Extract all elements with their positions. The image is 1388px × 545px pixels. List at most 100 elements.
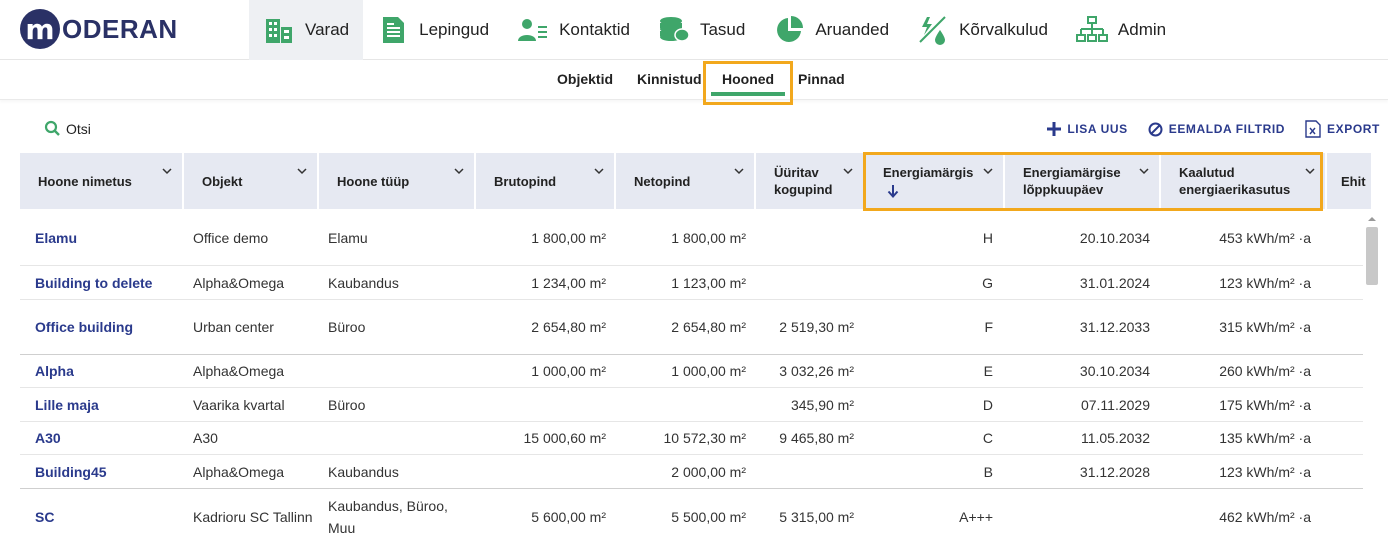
column-header-label: Ehit <box>1341 173 1366 189</box>
contacts-icon <box>517 14 549 46</box>
nav-item-admin[interactable]: Admin <box>1062 0 1180 60</box>
export-button[interactable]: EXPORT <box>1305 120 1380 138</box>
subtab-kinnistud[interactable]: Kinnistud <box>637 60 702 100</box>
table-row[interactable]: SC Kadrioru SC Tallinn Kaubandus, Büroo,… <box>20 489 1363 545</box>
chevron-down-icon[interactable] <box>734 167 744 175</box>
energy-use-cell: 175 kWh/m² ·a <box>1219 396 1311 413</box>
clear-filters-button[interactable]: EEMALDA FILTRID <box>1148 122 1285 137</box>
coins-icon <box>658 14 690 46</box>
column-header-ehitusaasta[interactable]: Ehit <box>1327 153 1371 209</box>
search-button[interactable]: Otsi <box>44 120 91 137</box>
subtab-pinnad[interactable]: Pinnad <box>798 60 845 100</box>
table-row[interactable]: Office building Urban center Büroo 2 654… <box>20 300 1363 355</box>
table-row[interactable]: Building to delete Alpha&Omega Kaubandus… <box>20 266 1363 300</box>
object-cell: Alpha&Omega <box>193 463 285 480</box>
net-area-cell: 5 500,00 m² <box>671 509 746 525</box>
column-header-netopind[interactable]: Netopind <box>616 153 754 209</box>
nav-label: Tasud <box>699 20 746 39</box>
building-type-cell: Büroo <box>328 319 366 335</box>
scroll-up-arrow-icon[interactable] <box>1363 214 1381 224</box>
table-row[interactable]: Lille maja Vaarika kvartal Büroo 345,90 … <box>20 388 1363 422</box>
gross-area-cell: 1 000,00 m² <box>531 363 606 379</box>
energy-label-expiry-cell: 20.10.2034 <box>1079 230 1150 246</box>
rentable-area-cell: 5 315,00 m² <box>779 509 854 525</box>
chevron-down-icon[interactable] <box>454 167 464 175</box>
column-header-label: Üüritav kogupind <box>774 165 833 197</box>
building-name-link[interactable]: Building45 <box>35 455 107 488</box>
building-name-link[interactable]: Office building <box>35 300 133 354</box>
nav-label: Lepingud <box>419 20 490 39</box>
scrollbar-thumb[interactable] <box>1366 227 1378 285</box>
subtab-objektid[interactable]: Objektid <box>557 60 613 100</box>
gross-area-cell: 2 654,80 m² <box>531 319 606 335</box>
table-row[interactable]: Building45 Alpha&Omega Kaubandus 2 000,0… <box>20 455 1363 489</box>
logo-text: ODERAN <box>62 13 178 44</box>
clear-filter-icon <box>1148 122 1163 136</box>
building-name-link[interactable]: A30 <box>35 422 61 454</box>
table-row[interactable]: A30 A30 15 000,60 m² 10 572,30 m² 9 465,… <box>20 422 1363 455</box>
add-new-label: LISA UUS <box>1067 122 1128 136</box>
moderan-logo[interactable]: m ODERAN <box>20 8 178 50</box>
energy-label-expiry-cell: 31.12.2028 <box>1079 463 1150 480</box>
building-name-link[interactable]: Alpha <box>35 355 74 387</box>
chevron-down-icon[interactable] <box>843 167 853 175</box>
nav-item-aruanded[interactable]: Aruanded <box>759 0 903 60</box>
energy-label-cell: G <box>982 274 993 291</box>
object-cell: Vaarika kvartal <box>193 396 285 413</box>
table-row[interactable]: Alpha Alpha&Omega 1 000,00 m² 1 000,00 m… <box>20 355 1363 388</box>
building-name-link[interactable]: Elamu <box>35 211 77 265</box>
building-type-cell: Kaubandus, Büroo, Muu <box>328 498 448 536</box>
gross-area-cell: 5 600,00 m² <box>531 509 606 525</box>
energy-label-cell: B <box>983 463 993 480</box>
building-name-link[interactable]: Building to delete <box>35 266 152 299</box>
nav-label: Kontaktid <box>559 20 630 39</box>
energy-use-cell: 123 kWh/m² ·a <box>1219 463 1311 480</box>
org-chart-icon <box>1075 14 1108 46</box>
object-cell: Alpha&Omega <box>193 274 285 291</box>
column-header-objekt[interactable]: Objekt <box>184 153 317 209</box>
table-body: Elamu Office demo Elamu 1 800,00 m² 1 80… <box>20 211 1363 545</box>
rentable-area-cell: 2 519,30 m² <box>779 319 854 335</box>
chevron-down-icon[interactable] <box>162 167 172 175</box>
energy-label-cell: F <box>984 319 993 335</box>
nav-item-tasud[interactable]: Tasud <box>644 0 759 60</box>
energy-label-expiry-cell <box>1005 489 1150 545</box>
building-type-cell: Elamu <box>328 230 368 246</box>
toolbar: Otsi LISA UUS EEMALDA FILTRID EXPORT <box>0 112 1388 146</box>
building-icon <box>263 14 295 46</box>
building-name-link[interactable]: SC <box>35 489 54 545</box>
nav-item-varad[interactable]: Varad <box>249 0 364 60</box>
net-area-cell <box>616 388 746 421</box>
chevron-down-icon[interactable] <box>594 167 604 175</box>
object-cell: Alpha&Omega <box>193 363 285 379</box>
nav-item-kontaktid[interactable]: Kontaktid <box>503 0 644 60</box>
energy-use-cell: 315 kWh/m² ·a <box>1219 319 1311 335</box>
energy-use-cell: 135 kWh/m² ·a <box>1219 430 1311 446</box>
energy-use-cell: 453 kWh/m² ·a <box>1219 230 1311 246</box>
column-header-label: Objekt <box>202 173 243 189</box>
building-name-link[interactable]: Lille maja <box>35 388 99 421</box>
column-header-brutopind[interactable]: Brutopind <box>476 153 614 209</box>
energy-label-expiry-cell: 07.11.2029 <box>1080 396 1150 413</box>
search-label: Otsi <box>66 120 91 137</box>
excel-export-icon <box>1305 120 1321 138</box>
chevron-down-icon[interactable] <box>297 167 307 175</box>
search-icon <box>44 120 60 136</box>
column-header-yyritav-kogupind[interactable]: Üüritav kogupind <box>756 153 863 209</box>
column-header-label: Hoone tüüp <box>337 173 410 189</box>
vertical-scrollbar[interactable] <box>1363 211 1383 541</box>
nav-item-lepingud[interactable]: Lepingud <box>363 0 503 60</box>
nav-item-korvalkulud[interactable]: Kõrvalkulud <box>903 0 1062 60</box>
column-header-label: Hoone nimetus <box>38 173 132 189</box>
rentable-area-cell: 9 465,80 m² <box>779 430 854 446</box>
sub-nav: Objektid Kinnistud Hooned Pinnad <box>0 60 1388 100</box>
add-new-button[interactable]: LISA UUS <box>1047 122 1127 136</box>
energy-label-cell: A+++ <box>959 509 993 525</box>
column-header-hoone-nimetus[interactable]: Hoone nimetus <box>20 153 182 209</box>
table-row[interactable]: Elamu Office demo Elamu 1 800,00 m² 1 80… <box>20 211 1363 266</box>
gross-area-cell: 1 234,00 m² <box>531 274 606 291</box>
column-header-hoone-tyyp[interactable]: Hoone tüüp <box>319 153 474 209</box>
energy-label-expiry-cell: 30.10.2034 <box>1079 363 1150 379</box>
energy-use-cell: 123 kWh/m² ·a <box>1219 274 1311 291</box>
nav-label: Varad <box>305 20 350 39</box>
